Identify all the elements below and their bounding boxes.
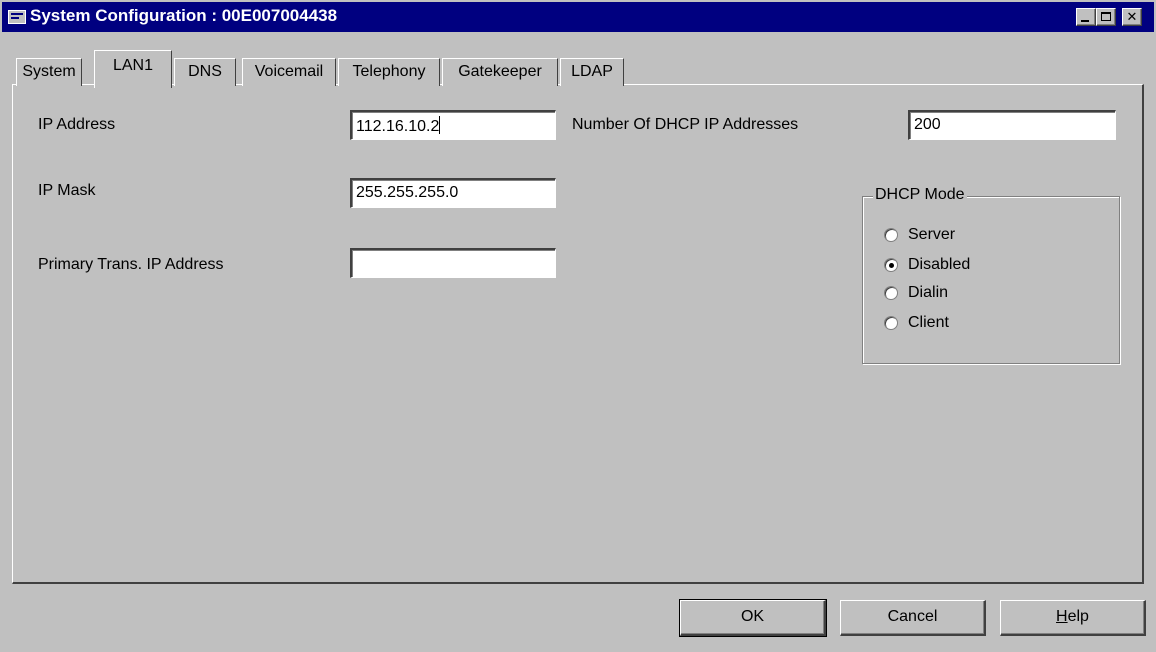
tab-label: LAN1	[112, 57, 154, 74]
radio-button-selected[interactable]	[884, 258, 898, 272]
maximize-icon	[1101, 12, 1111, 21]
cancel-button[interactable]: Cancel	[840, 600, 986, 636]
radio-label: Server	[908, 226, 956, 243]
tab-ldap[interactable]: LDAP	[560, 58, 624, 86]
help-accelerator: H	[1056, 608, 1068, 625]
radio-button[interactable]	[884, 228, 898, 242]
system-configuration-window: System Configuration : 00E007004438 ✕ Sy…	[0, 0, 1156, 652]
ok-button[interactable]: OK	[679, 599, 827, 637]
help-label: elp	[1067, 608, 1089, 625]
tab-label: Gatekeeper	[458, 63, 542, 80]
close-button[interactable]: ✕	[1122, 8, 1142, 26]
radio-label: Client	[908, 314, 949, 331]
window-title: System Configuration : 00E007004438	[30, 6, 338, 25]
primary-trans-ip-label: Primary Trans. IP Address	[38, 256, 224, 273]
dhcp-mode-legend: DHCP Mode	[873, 186, 967, 204]
tab-dns[interactable]: DNS	[174, 58, 236, 86]
title-bar[interactable]: System Configuration : 00E007004438 ✕	[2, 2, 1154, 32]
radio-label: Disabled	[908, 256, 971, 273]
radio-button[interactable]	[884, 286, 898, 300]
tab-lan1[interactable]: LAN1	[94, 50, 172, 88]
ip-mask-value: 255.255.255.0	[356, 184, 459, 201]
text-caret	[439, 116, 441, 134]
minimize-icon	[1081, 20, 1089, 22]
close-icon: ✕	[1126, 9, 1138, 24]
ip-address-value: 112.16.10.2	[356, 118, 440, 135]
tab-label: LDAP	[571, 63, 613, 80]
dhcp-mode-dialin-option[interactable]: Dialin	[884, 282, 948, 304]
app-icon	[8, 10, 26, 24]
minimize-button[interactable]	[1076, 8, 1096, 26]
tab-voicemail[interactable]: Voicemail	[242, 58, 336, 86]
ip-address-label: IP Address	[38, 116, 116, 133]
ip-address-input[interactable]: 112.16.10.2	[350, 110, 556, 140]
maximize-button[interactable]	[1096, 8, 1116, 26]
help-button[interactable]: Help	[1000, 600, 1146, 636]
dhcp-mode-group	[862, 196, 1120, 364]
radio-button[interactable]	[884, 316, 898, 330]
dhcp-mode-disabled-option[interactable]: Disabled	[884, 254, 970, 276]
ip-mask-label: IP Mask	[38, 182, 96, 199]
dhcp-count-input[interactable]: 200	[908, 110, 1116, 140]
dhcp-count-label: Number Of DHCP IP Addresses	[572, 116, 799, 133]
ip-mask-input[interactable]: 255.255.255.0	[350, 178, 556, 208]
dhcp-mode-client-option[interactable]: Client	[884, 312, 949, 334]
tab-system[interactable]: System	[16, 58, 82, 86]
primary-trans-ip-input[interactable]	[350, 248, 556, 278]
tab-label: System	[22, 63, 76, 80]
radio-label: Dialin	[908, 284, 949, 301]
dhcp-mode-server-option[interactable]: Server	[884, 224, 955, 246]
tab-gatekeeper[interactable]: Gatekeeper	[442, 58, 558, 86]
tab-label: Telephony	[352, 63, 426, 80]
tab-label: DNS	[188, 63, 222, 80]
tab-label: Voicemail	[254, 63, 324, 80]
dhcp-count-value: 200	[914, 116, 941, 133]
tab-telephony[interactable]: Telephony	[338, 58, 440, 86]
